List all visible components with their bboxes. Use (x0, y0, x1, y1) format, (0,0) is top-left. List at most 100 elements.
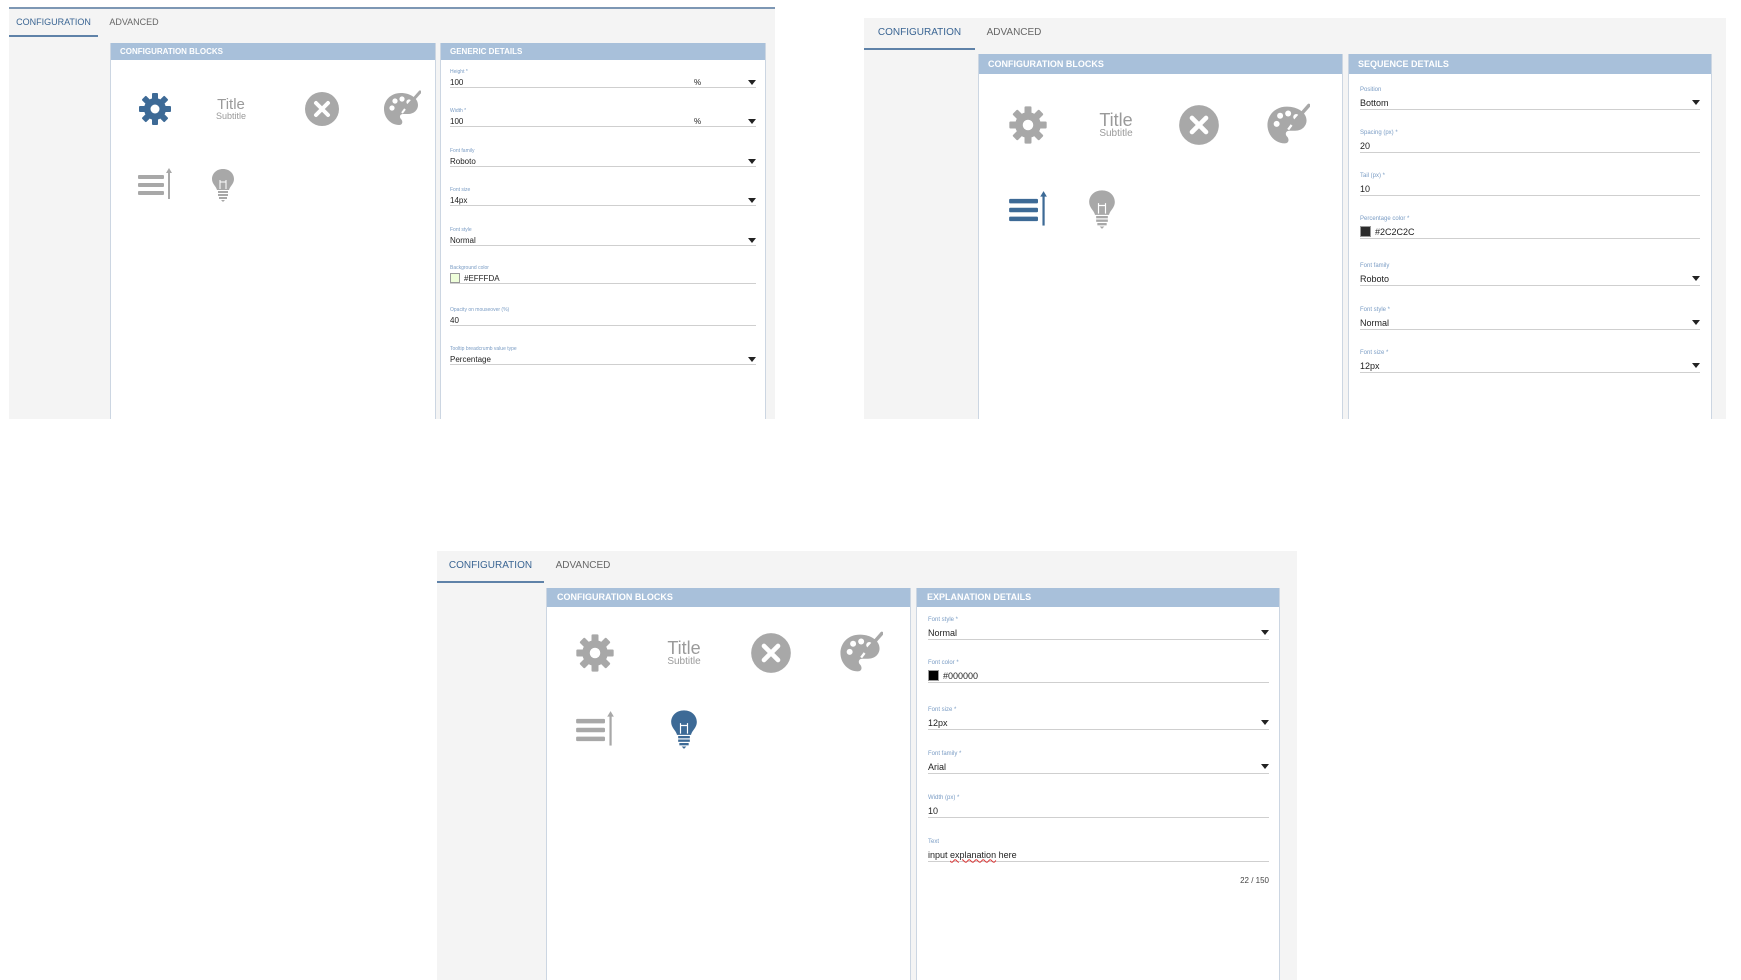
field-value[interactable]: 100 (450, 117, 694, 126)
font-family-select[interactable]: Font family * Arial (928, 751, 1269, 774)
field-label: Opacity on mouseover (%) (450, 307, 510, 313)
opacity-field[interactable]: Opacity on mouseover (%) 40 (450, 307, 756, 326)
chevron-down-icon[interactable] (748, 158, 756, 164)
percentage-color-field[interactable]: Percentage color * #2C2C2C (1360, 216, 1700, 239)
color-swatch[interactable] (1360, 226, 1371, 237)
tab-configuration[interactable]: CONFIGURATION (437, 551, 544, 583)
configuration-blocks-panel: CONFIGURATION BLOCKS Title Subtitle (546, 588, 911, 980)
field-value: Roboto (450, 156, 476, 166)
width-field[interactable]: Width * 100% (450, 108, 756, 127)
chevron-down-icon[interactable] (748, 237, 756, 243)
field-value[interactable]: 40 (450, 316, 756, 325)
list-sequence-icon[interactable] (572, 710, 618, 750)
palette-icon[interactable] (837, 630, 883, 676)
tab-bar: CONFIGURATION ADVANCED (9, 9, 775, 37)
close-circle-icon[interactable] (1178, 104, 1220, 146)
chevron-down-icon[interactable] (748, 356, 756, 362)
field-label: Tooltip breadcrumb value type (450, 346, 517, 352)
list-sequence-icon[interactable] (135, 167, 175, 203)
font-size-select[interactable]: Font size * 12px (928, 707, 1269, 730)
width-field[interactable]: Width (px) * 10 (928, 795, 1269, 818)
gear-icon[interactable] (574, 632, 616, 674)
tab-bar: CONFIGURATION ADVANCED (437, 551, 1297, 583)
tab-configuration[interactable]: CONFIGURATION (864, 18, 975, 50)
close-circle-icon[interactable] (304, 91, 340, 127)
background-color-field[interactable]: Background color #EFFFDA (450, 265, 756, 284)
font-family-select[interactable]: Font family Roboto (1360, 263, 1700, 286)
field-value[interactable]: #EFFFDA (464, 274, 756, 283)
lightbulb-icon[interactable] (666, 708, 702, 750)
chevron-down-icon[interactable] (1692, 276, 1700, 281)
field-value: 14px (450, 195, 468, 205)
field-label: Font size * (928, 707, 957, 713)
tail-field[interactable]: Tail (px) * 10 (1360, 173, 1700, 196)
chevron-down-icon[interactable] (1261, 720, 1269, 725)
list-sequence-icon[interactable] (1005, 190, 1051, 230)
tab-configuration[interactable]: CONFIGURATION (9, 9, 98, 37)
color-swatch[interactable] (450, 273, 460, 283)
panel-header: CONFIGURATION BLOCKS (547, 588, 910, 607)
tab-advanced[interactable]: ADVANCED (98, 9, 170, 37)
field-value[interactable]: 20 (1360, 141, 1700, 151)
close-circle-icon[interactable] (750, 632, 792, 674)
unit-value: % (694, 77, 702, 87)
palette-icon[interactable] (1264, 102, 1310, 148)
chevron-down-icon[interactable] (748, 118, 756, 124)
text-field[interactable]: Text input explanation here (928, 839, 1269, 862)
field-value: Normal (1360, 317, 1390, 328)
field-value: 12px (1360, 360, 1380, 371)
position-select[interactable]: Position Bottom (1360, 87, 1700, 110)
field-value[interactable]: input explanation here (928, 850, 1269, 860)
title-subtitle-icon[interactable]: Title Subtitle (657, 634, 711, 672)
chevron-down-icon[interactable] (748, 79, 756, 85)
field-value: Arial (928, 761, 947, 772)
tab-bar: CONFIGURATION ADVANCED (864, 18, 1726, 50)
sequence-details-screen: CONFIGURATION ADVANCED CONFIGURATION BLO… (864, 18, 1726, 419)
field-value: Normal (450, 235, 476, 245)
title-text: Title (667, 638, 701, 658)
font-size-select[interactable]: Font size * 12px (1360, 350, 1700, 373)
generic-details-screen: CONFIGURATION ADVANCED CONFIGURATION BLO… (9, 7, 775, 419)
text-value-post: here (996, 849, 1017, 860)
configuration-blocks-panel: CONFIGURATION BLOCKS Title Subtitle (978, 54, 1343, 419)
field-label: Font style * (1360, 307, 1391, 313)
title-subtitle-icon[interactable]: Title Subtitle (207, 93, 255, 125)
chevron-down-icon[interactable] (1692, 320, 1700, 325)
field-value[interactable]: 100 (450, 78, 694, 87)
lightbulb-icon[interactable] (208, 167, 238, 203)
text-value-pre: input (928, 849, 951, 860)
font-style-select[interactable]: Font style * Normal (928, 617, 1269, 640)
tab-advanced[interactable]: ADVANCED (544, 551, 622, 583)
field-label: Font size * (1360, 350, 1389, 356)
palette-icon[interactable] (381, 89, 421, 129)
tooltip-value-type-select[interactable]: Tooltip breadcrumb value type Percentage (450, 346, 756, 365)
height-field[interactable]: Height * 100% (450, 69, 756, 88)
chevron-down-icon[interactable] (1261, 630, 1269, 635)
unit-value: % (694, 116, 702, 126)
tab-advanced[interactable]: ADVANCED (975, 18, 1053, 50)
font-size-select[interactable]: Font size 14px (450, 187, 756, 206)
gear-icon[interactable] (137, 91, 173, 127)
field-value[interactable]: 10 (928, 806, 1269, 816)
lightbulb-icon[interactable] (1084, 188, 1120, 230)
field-label: Position (1360, 87, 1382, 93)
field-label: Width * (450, 108, 467, 114)
font-style-select[interactable]: Font style Normal (450, 227, 756, 246)
font-family-select[interactable]: Font family Roboto (450, 148, 756, 167)
field-value: Percentage (450, 354, 491, 364)
title-subtitle-icon[interactable]: Title Subtitle (1089, 106, 1143, 144)
chevron-down-icon[interactable] (1692, 363, 1700, 368)
field-value[interactable]: #000000 (943, 671, 1269, 681)
color-swatch[interactable] (928, 670, 939, 681)
field-value[interactable]: #2C2C2C (1375, 227, 1700, 237)
gear-icon[interactable] (1007, 104, 1049, 146)
spacing-field[interactable]: Spacing (px) * 20 (1360, 130, 1700, 153)
chevron-down-icon[interactable] (1261, 764, 1269, 769)
font-color-field[interactable]: Font color * #000000 (928, 660, 1269, 683)
font-style-select[interactable]: Font style * Normal (1360, 307, 1700, 330)
chevron-down-icon[interactable] (748, 197, 756, 203)
subtitle-text: Subtitle (215, 111, 247, 121)
chevron-down-icon[interactable] (1692, 100, 1700, 105)
field-label: Background color (450, 265, 489, 271)
field-value[interactable]: 10 (1360, 184, 1700, 194)
